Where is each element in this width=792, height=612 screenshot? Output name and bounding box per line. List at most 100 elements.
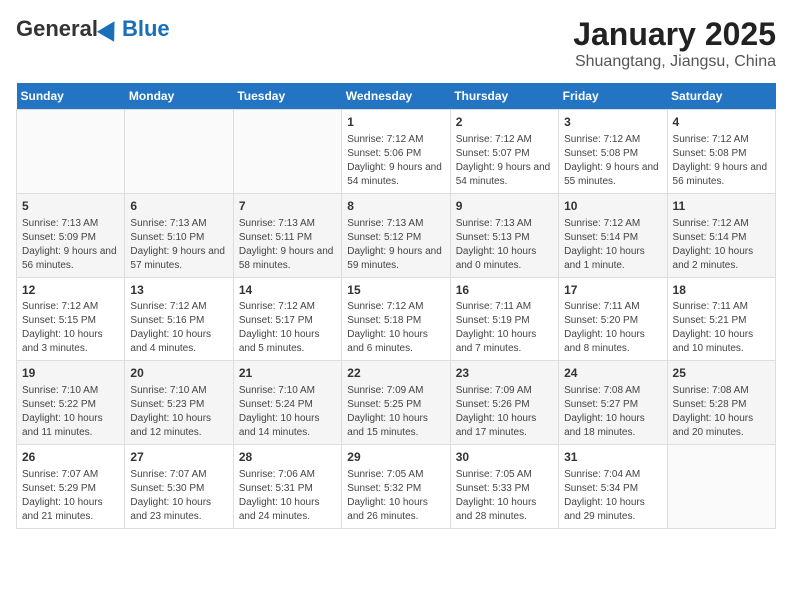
calendar-cell: 6 Sunrise: 7:13 AM Sunset: 5:10 PM Daylig… [125, 193, 233, 277]
calendar-cell: 3 Sunrise: 7:12 AM Sunset: 5:08 PM Daylig… [559, 110, 667, 194]
day-info: Sunrise: 7:10 AM Sunset: 5:23 PM Dayligh… [130, 384, 227, 440]
location-title: Shuangtang, Jiangsu, China [573, 53, 776, 71]
day-info: Sunrise: 7:10 AM Sunset: 5:24 PM Dayligh… [239, 384, 336, 440]
day-number: 24 [564, 365, 661, 382]
day-number: 20 [130, 365, 227, 382]
day-number: 22 [347, 365, 444, 382]
day-info: Sunrise: 7:08 AM Sunset: 5:28 PM Dayligh… [673, 384, 770, 440]
logo-blue-text: Blue [122, 16, 170, 42]
day-info: Sunrise: 7:09 AM Sunset: 5:25 PM Dayligh… [347, 384, 444, 440]
day-number: 19 [22, 365, 119, 382]
day-number: 16 [456, 282, 553, 299]
header-wednesday: Wednesday [342, 83, 450, 110]
day-number: 18 [673, 282, 770, 299]
calendar-cell: 7Sunrise: 7:13 AM Sunset: 5:11 PM Daylig… [233, 193, 341, 277]
day-info: Sunrise: 7:13 AM Sunset: 5:10 PM Dayligh… [130, 217, 227, 273]
calendar-cell: 21 Sunrise: 7:10 AM Sunset: 5:24 PM Dayli… [233, 361, 341, 445]
calendar-cell [667, 445, 775, 529]
logo-triangle-icon [97, 16, 123, 42]
calendar-cell: 14Sunrise: 7:12 AM Sunset: 5:17 PM Dayli… [233, 277, 341, 361]
day-info: Sunrise: 7:10 AM Sunset: 5:22 PM Dayligh… [22, 384, 119, 440]
calendar-cell: 24 Sunrise: 7:08 AM Sunset: 5:27 PM Dayli… [559, 361, 667, 445]
header-monday: Monday [125, 83, 233, 110]
calendar-cell: 22 Sunrise: 7:09 AM Sunset: 5:25 PM Dayli… [342, 361, 450, 445]
day-number: 7 [239, 198, 336, 215]
header-tuesday: Tuesday [233, 83, 341, 110]
calendar-cell: 29Sunrise: 7:05 AM Sunset: 5:32 PM Dayli… [342, 445, 450, 529]
calendar-cell: 25 Sunrise: 7:08 AM Sunset: 5:28 PM Dayli… [667, 361, 775, 445]
day-number: 6 [130, 198, 227, 215]
calendar-header-row: SundayMondayTuesdayWednesdayThursdayFrid… [17, 83, 776, 110]
calendar-cell: 2Sunrise: 7:12 AM Sunset: 5:07 PM Daylig… [450, 110, 558, 194]
day-number: 5 [22, 198, 119, 215]
day-number: 2 [456, 114, 553, 131]
day-number: 3 [564, 114, 661, 131]
day-info: Sunrise: 7:05 AM Sunset: 5:32 PM Dayligh… [347, 468, 444, 524]
header-saturday: Saturday [667, 83, 775, 110]
day-number: 10 [564, 198, 661, 215]
day-number: 25 [673, 365, 770, 382]
calendar-cell: 19 Sunrise: 7:10 AM Sunset: 5:22 PM Dayli… [17, 361, 125, 445]
day-number: 13 [130, 282, 227, 299]
calendar-cell: 23Sunrise: 7:09 AM Sunset: 5:26 PM Dayli… [450, 361, 558, 445]
day-number: 4 [673, 114, 770, 131]
header-friday: Friday [559, 83, 667, 110]
calendar-table: SundayMondayTuesdayWednesdayThursdayFrid… [16, 83, 776, 529]
day-number: 17 [564, 282, 661, 299]
day-number: 1 [347, 114, 444, 131]
week-row-5: 26Sunrise: 7:07 AM Sunset: 5:29 PM Dayli… [17, 445, 776, 529]
calendar-cell: 12Sunrise: 7:12 AM Sunset: 5:15 PM Dayli… [17, 277, 125, 361]
calendar-cell: 11 Sunrise: 7:12 AM Sunset: 5:14 PM Dayli… [667, 193, 775, 277]
day-info: Sunrise: 7:12 AM Sunset: 5:08 PM Dayligh… [564, 133, 661, 189]
week-row-1: 1 Sunrise: 7:12 AM Sunset: 5:06 PM Daylig… [17, 110, 776, 194]
day-info: Sunrise: 7:13 AM Sunset: 5:09 PM Dayligh… [22, 217, 119, 273]
calendar-cell: 8 Sunrise: 7:13 AM Sunset: 5:12 PM Daylig… [342, 193, 450, 277]
calendar-cell: 31 Sunrise: 7:04 AM Sunset: 5:34 PM Dayli… [559, 445, 667, 529]
day-info: Sunrise: 7:12 AM Sunset: 5:06 PM Dayligh… [347, 133, 444, 189]
calendar-cell: 17Sunrise: 7:11 AM Sunset: 5:20 PM Dayli… [559, 277, 667, 361]
week-row-4: 19 Sunrise: 7:10 AM Sunset: 5:22 PM Dayli… [17, 361, 776, 445]
day-number: 12 [22, 282, 119, 299]
day-info: Sunrise: 7:08 AM Sunset: 5:27 PM Dayligh… [564, 384, 661, 440]
day-info: Sunrise: 7:12 AM Sunset: 5:16 PM Dayligh… [130, 300, 227, 356]
day-info: Sunrise: 7:07 AM Sunset: 5:29 PM Dayligh… [22, 468, 119, 524]
calendar-cell: 27 Sunrise: 7:07 AM Sunset: 5:30 PM Dayli… [125, 445, 233, 529]
title-block: January 2025 Shuangtang, Jiangsu, China [573, 16, 776, 71]
day-number: 11 [673, 198, 770, 215]
day-number: 21 [239, 365, 336, 382]
day-info: Sunrise: 7:07 AM Sunset: 5:30 PM Dayligh… [130, 468, 227, 524]
day-info: Sunrise: 7:11 AM Sunset: 5:20 PM Dayligh… [564, 300, 661, 356]
calendar-cell: 28Sunrise: 7:06 AM Sunset: 5:31 PM Dayli… [233, 445, 341, 529]
day-info: Sunrise: 7:13 AM Sunset: 5:12 PM Dayligh… [347, 217, 444, 273]
day-number: 9 [456, 198, 553, 215]
calendar-cell: 15Sunrise: 7:12 AM Sunset: 5:18 PM Dayli… [342, 277, 450, 361]
calendar-cell: 9Sunrise: 7:13 AM Sunset: 5:13 PM Daylig… [450, 193, 558, 277]
day-info: Sunrise: 7:12 AM Sunset: 5:14 PM Dayligh… [673, 217, 770, 273]
calendar-cell: 20 Sunrise: 7:10 AM Sunset: 5:23 PM Dayli… [125, 361, 233, 445]
day-number: 31 [564, 449, 661, 466]
day-info: Sunrise: 7:04 AM Sunset: 5:34 PM Dayligh… [564, 468, 661, 524]
week-row-3: 12Sunrise: 7:12 AM Sunset: 5:15 PM Dayli… [17, 277, 776, 361]
day-number: 27 [130, 449, 227, 466]
header-thursday: Thursday [450, 83, 558, 110]
day-info: Sunrise: 7:12 AM Sunset: 5:18 PM Dayligh… [347, 300, 444, 356]
header-sunday: Sunday [17, 83, 125, 110]
day-number: 30 [456, 449, 553, 466]
calendar-cell: 13Sunrise: 7:12 AM Sunset: 5:16 PM Dayli… [125, 277, 233, 361]
calendar-cell: 16Sunrise: 7:11 AM Sunset: 5:19 PM Dayli… [450, 277, 558, 361]
calendar-cell: 4 Sunrise: 7:12 AM Sunset: 5:08 PM Daylig… [667, 110, 775, 194]
logo-general-text: General [16, 16, 98, 42]
day-info: Sunrise: 7:12 AM Sunset: 5:08 PM Dayligh… [673, 133, 770, 189]
day-info: Sunrise: 7:12 AM Sunset: 5:17 PM Dayligh… [239, 300, 336, 356]
day-number: 23 [456, 365, 553, 382]
day-info: Sunrise: 7:05 AM Sunset: 5:33 PM Dayligh… [456, 468, 553, 524]
calendar-cell: 30 Sunrise: 7:05 AM Sunset: 5:33 PM Dayli… [450, 445, 558, 529]
day-number: 8 [347, 198, 444, 215]
day-number: 15 [347, 282, 444, 299]
week-row-2: 5 Sunrise: 7:13 AM Sunset: 5:09 PM Daylig… [17, 193, 776, 277]
day-number: 14 [239, 282, 336, 299]
logo: General Blue [16, 16, 170, 42]
calendar-cell [17, 110, 125, 194]
calendar-cell: 10Sunrise: 7:12 AM Sunset: 5:14 PM Dayli… [559, 193, 667, 277]
calendar-cell [233, 110, 341, 194]
